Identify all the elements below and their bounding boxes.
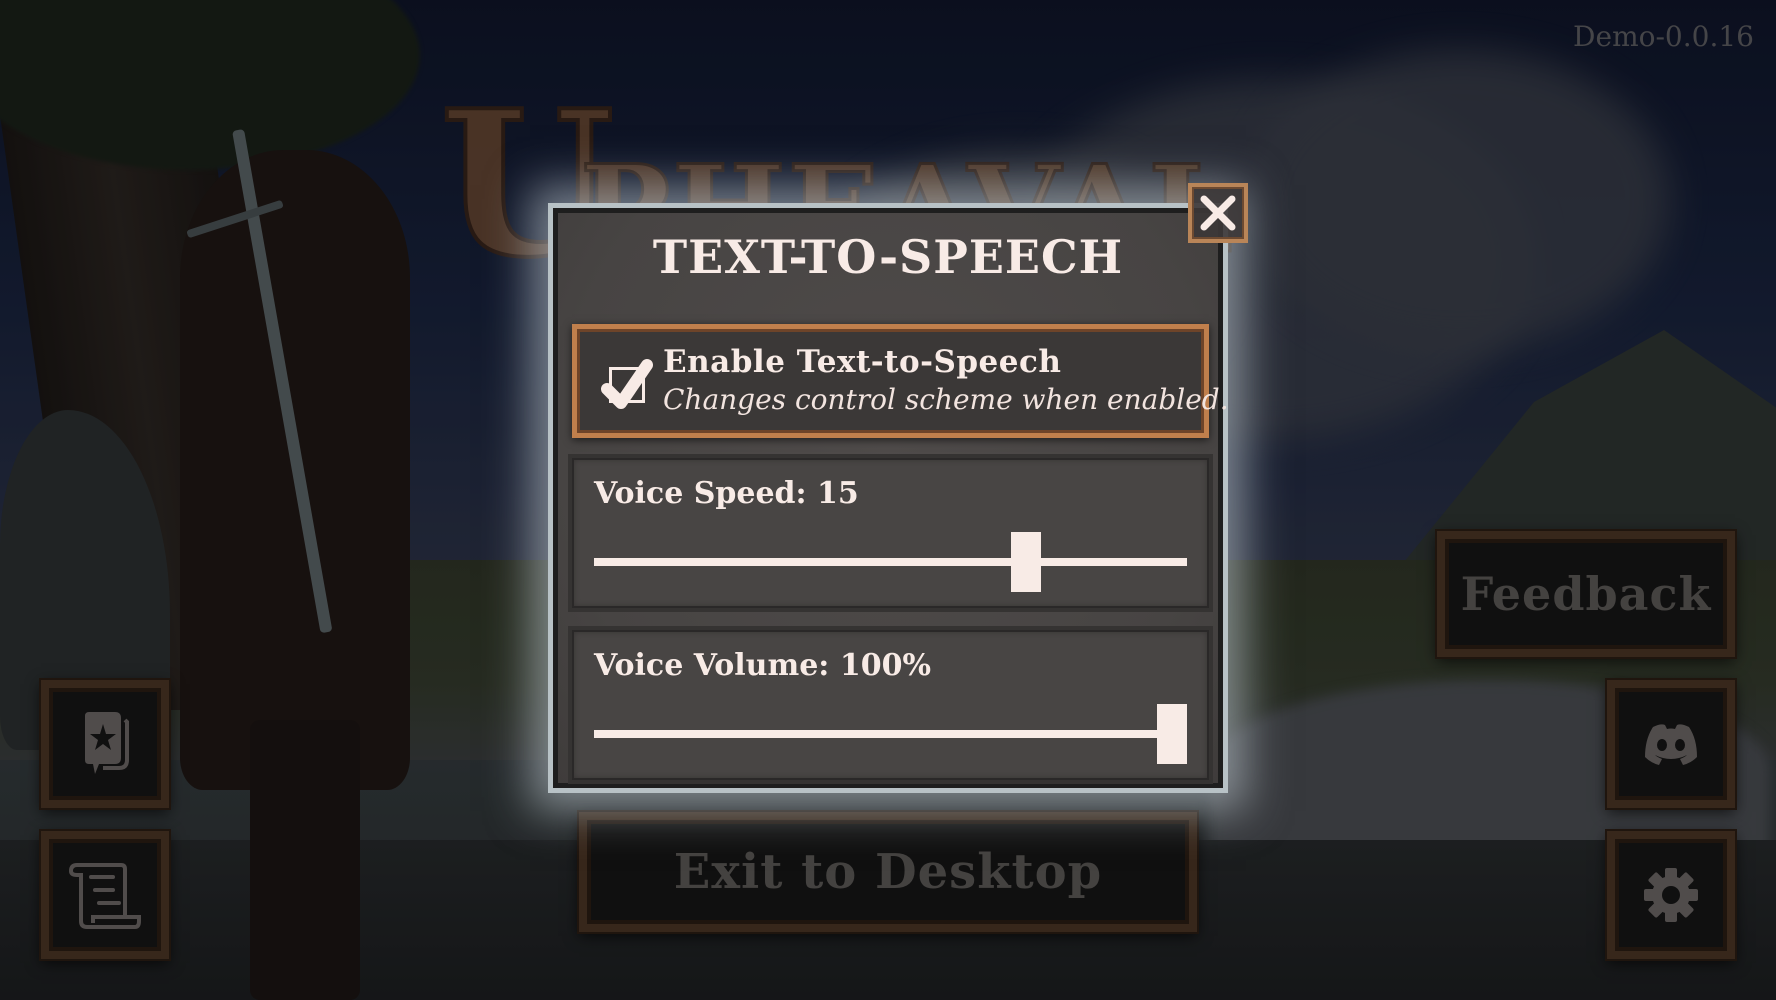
- tts-dialog: TEXT-TO-SPEECH Enable Text-to-Speech Cha…: [553, 208, 1229, 788]
- voice-volume-label: Voice Volume: 100%: [594, 648, 931, 683]
- gear-icon: [1643, 867, 1699, 923]
- exit-to-desktop-button[interactable]: Exit to Desktop: [577, 810, 1199, 934]
- exit-label: Exit to Desktop: [673, 844, 1103, 900]
- hero-legs: [250, 720, 360, 1000]
- close-x-icon: [1200, 195, 1236, 231]
- enable-tts-description: Changes control scheme when enabled.: [663, 383, 1229, 416]
- feedback-label: Feedback: [1460, 567, 1712, 621]
- voice-speed-section: Voice Speed: 15: [572, 458, 1209, 608]
- version-label: Demo-0.0.16: [1573, 20, 1754, 53]
- voice-volume-thumb[interactable]: [1157, 704, 1187, 764]
- scroll-icon: [69, 859, 141, 931]
- enable-tts-label: Enable Text-to-Speech: [663, 344, 1062, 380]
- journal-button[interactable]: [39, 678, 171, 810]
- discord-icon: [1643, 723, 1699, 765]
- checkmark-icon: [601, 359, 653, 409]
- tree-foliage: [0, 0, 420, 170]
- discord-button[interactable]: [1605, 678, 1737, 810]
- settings-button[interactable]: [1605, 829, 1737, 961]
- enable-tts-checkbox[interactable]: [601, 359, 653, 409]
- voice-speed-track[interactable]: [594, 558, 1187, 566]
- voice-volume-slider[interactable]: [594, 704, 1187, 764]
- feedback-button[interactable]: Feedback: [1435, 529, 1737, 659]
- voice-speed-label: Voice Speed: 15: [594, 476, 859, 511]
- close-button[interactable]: [1188, 183, 1248, 243]
- star-journal-icon: [77, 710, 133, 778]
- voice-speed-thumb[interactable]: [1010, 532, 1041, 592]
- dialog-title: TEXT-TO-SPEECH: [652, 230, 1124, 284]
- patch-notes-button[interactable]: [39, 829, 171, 961]
- tts-dialog-body: TEXT-TO-SPEECH Enable Text-to-Speech Cha…: [558, 213, 1229, 783]
- voice-volume-track[interactable]: [594, 730, 1187, 738]
- enable-tts-row[interactable]: Enable Text-to-Speech Changes control sc…: [572, 324, 1229, 438]
- voice-volume-section: Voice Volume: 100%: [572, 630, 1209, 780]
- voice-speed-slider[interactable]: [594, 532, 1187, 592]
